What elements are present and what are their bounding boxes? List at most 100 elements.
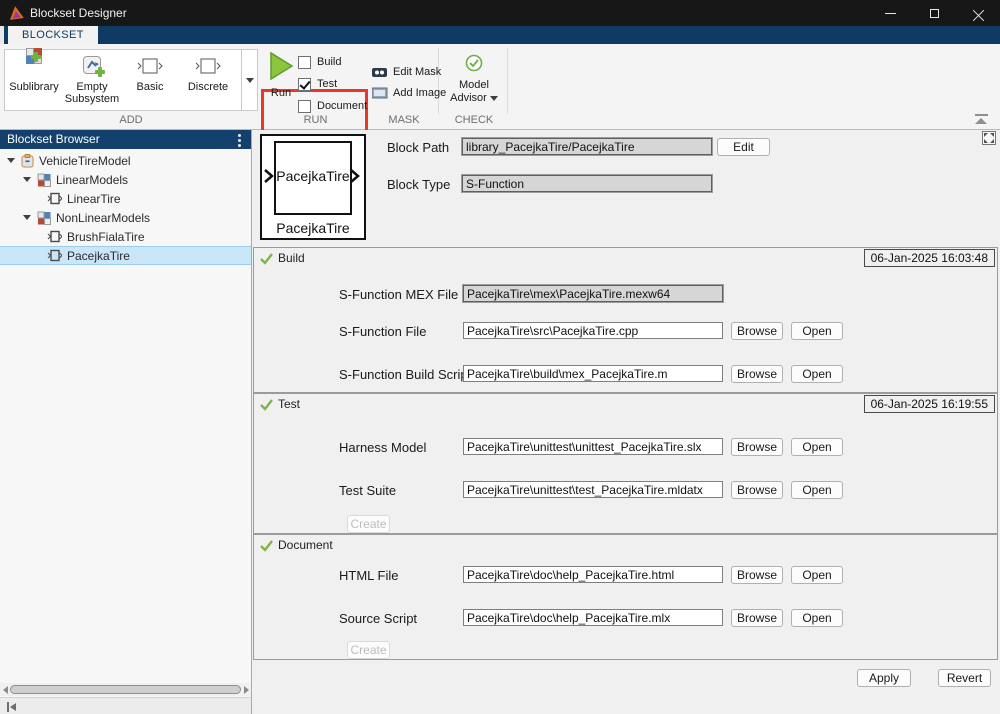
open-button[interactable]: Open — [791, 609, 843, 627]
scroll-right-icon[interactable] — [241, 683, 251, 696]
tree-item-lineartire[interactable]: LinearTire — [0, 189, 251, 208]
field-label: Test Suite — [339, 483, 396, 498]
model-advisor-button[interactable]: Model Advisor — [443, 54, 505, 105]
open-button[interactable]: Open — [791, 438, 843, 456]
browser-horizontal-scrollbar[interactable] — [0, 683, 251, 696]
test-suite-field[interactable] — [463, 481, 723, 498]
open-button[interactable]: Open — [791, 566, 843, 584]
browse-button[interactable]: Browse — [731, 322, 783, 340]
block-detail-panel: PacejkaTire PacejkaTire Block Path Edit … — [252, 130, 1000, 714]
sublibrary-button[interactable]: Sublibrary — [5, 50, 63, 110]
build-checkbox-label: Build — [317, 56, 341, 68]
blockset-browser-title: Blockset Browser — [7, 132, 100, 146]
test-section: Test 06-Jan-2025 16:19:55 Harness Model … — [253, 393, 998, 534]
run-play-icon — [268, 52, 294, 80]
add-gallery-dropdown[interactable] — [242, 49, 258, 111]
tree-item-vehicletiremodel[interactable]: VehicleTireModel — [0, 151, 251, 170]
harness-model-field[interactable] — [463, 438, 723, 455]
tree-item-brushfialatire[interactable]: BrushFialaTire — [0, 227, 251, 246]
minimize-button[interactable] — [868, 0, 912, 26]
scroll-left-icon[interactable] — [0, 683, 10, 696]
collapse-panel-icon[interactable] — [7, 702, 17, 712]
block-icon — [47, 249, 62, 262]
test-checkbox[interactable] — [298, 78, 311, 91]
sublibrary-icon — [37, 211, 51, 225]
edit-mask-icon — [372, 66, 388, 78]
build-checkbox-row[interactable]: Build — [298, 55, 367, 69]
revert-button[interactable]: Revert — [938, 669, 991, 687]
expander-icon[interactable] — [23, 215, 31, 220]
browse-button[interactable]: Browse — [731, 438, 783, 456]
tree-item-linearmodels[interactable]: LinearModels — [0, 170, 251, 189]
discrete-block-icon — [195, 56, 221, 78]
apply-bar: Apply Revert — [252, 660, 1000, 714]
section-check-icon — [259, 252, 274, 265]
chevron-down-icon — [246, 78, 254, 83]
expand-icon — [982, 131, 996, 145]
expand-panel-button[interactable] — [982, 131, 996, 150]
sfunction-build-script-field[interactable] — [463, 365, 723, 382]
html-file-field[interactable] — [463, 566, 723, 583]
expander-icon[interactable] — [23, 177, 31, 182]
ribbon-separator — [507, 48, 508, 114]
browse-button[interactable]: Browse — [731, 609, 783, 627]
run-button[interactable]: Run — [268, 52, 294, 99]
empty-subsystem-button[interactable]: Empty Subsystem — [63, 50, 121, 110]
expander-icon[interactable] — [7, 158, 15, 163]
create-button: Create — [347, 515, 390, 533]
edit-button[interactable]: Edit — [717, 138, 770, 156]
tab-blockset[interactable]: BLOCKSET — [8, 26, 98, 44]
run-button-label: Run — [268, 87, 294, 99]
open-button[interactable]: Open — [791, 365, 843, 383]
document-section-title: Document — [278, 538, 333, 552]
test-checkbox-row[interactable]: Test — [298, 77, 367, 91]
block-preview: PacejkaTire PacejkaTire — [260, 134, 366, 240]
document-checkbox[interactable] — [298, 100, 311, 113]
build-section-title: Build — [278, 251, 305, 265]
tree-item-nonlinearmodels[interactable]: NonLinearModels — [0, 208, 251, 227]
field-label: S-Function Build Script — [339, 367, 471, 382]
document-section: Document HTML File Browse Open Source Sc… — [253, 534, 998, 660]
scrollbar-thumb[interactable] — [10, 685, 241, 694]
tree-item-label: LinearModels — [56, 173, 128, 187]
browse-button[interactable]: Browse — [731, 566, 783, 584]
build-checkbox[interactable] — [298, 56, 311, 69]
blockset-browser-header: Blockset Browser — [0, 130, 251, 149]
close-icon — [973, 8, 984, 19]
basic-block-label: Basic — [137, 81, 164, 93]
field-label: Harness Model — [339, 440, 426, 455]
collapse-ribbon-button[interactable] — [975, 114, 988, 124]
browse-button[interactable]: Browse — [731, 365, 783, 383]
minimize-icon — [885, 13, 896, 14]
add-image-label: Add Image — [393, 87, 446, 99]
tree-item-pacejkatire[interactable]: PacejkaTire — [0, 246, 251, 265]
field-label: S-Function MEX File — [339, 287, 458, 302]
discrete-block-button[interactable]: Discrete — [179, 50, 237, 110]
discrete-block-label: Discrete — [188, 81, 228, 93]
open-button[interactable]: Open — [791, 322, 843, 340]
maximize-button[interactable] — [912, 0, 956, 26]
sublibrary-label: Sublibrary — [9, 81, 59, 93]
sfunction-mex-file-field — [463, 285, 723, 302]
close-button[interactable] — [956, 0, 1000, 26]
tree-item-label: LinearTire — [67, 192, 121, 206]
document-checkbox-row[interactable]: Document — [298, 99, 367, 113]
sfunction-file-field[interactable] — [463, 322, 723, 339]
tab-edge-sliver — [0, 26, 4, 44]
edit-mask-button[interactable]: Edit Mask — [372, 64, 446, 79]
add-image-button[interactable]: Add Image — [372, 85, 446, 100]
open-button[interactable]: Open — [791, 481, 843, 499]
browse-button[interactable]: Browse — [731, 481, 783, 499]
blockset-designer-window: Blockset Designer BLOCKSET Sublibrary — [0, 0, 1000, 714]
build-section: Build 06-Jan-2025 16:03:48 S-Function ME… — [253, 247, 998, 393]
block-preview-name: PacejkaTire — [262, 168, 364, 184]
test-timestamp: 06-Jan-2025 16:19:55 — [864, 395, 995, 413]
browser-footer-bar — [0, 697, 251, 714]
apply-button[interactable]: Apply — [857, 669, 911, 687]
basic-block-button[interactable]: Basic — [121, 50, 179, 110]
source-script-field[interactable] — [463, 609, 723, 626]
block-preview-caption: PacejkaTire — [262, 220, 364, 236]
empty-subsystem-icon — [83, 56, 101, 78]
browser-menu-button[interactable] — [238, 134, 241, 149]
library-icon — [21, 154, 34, 168]
